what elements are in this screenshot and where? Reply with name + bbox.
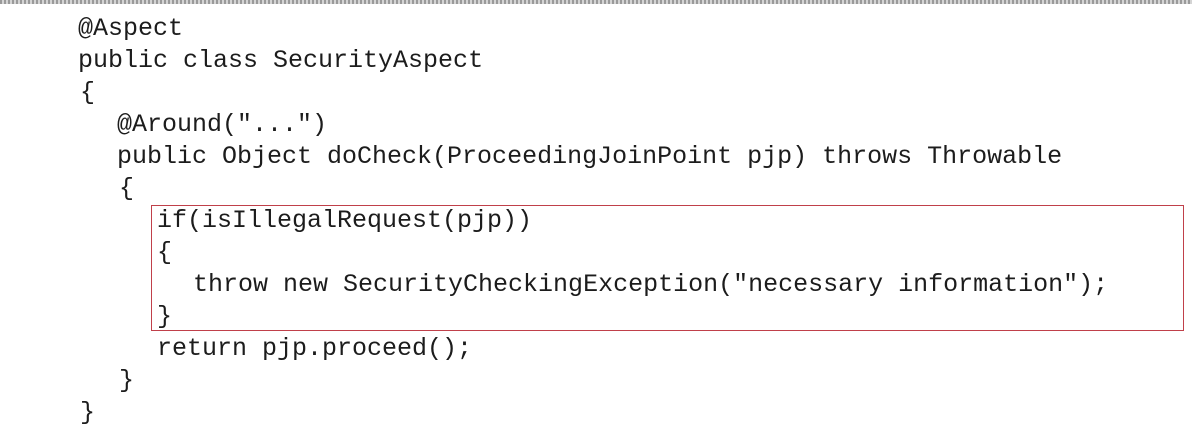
code-line-annotation-aspect: @Aspect (78, 14, 184, 43)
code-line-return-statement: return pjp.proceed(); (157, 334, 473, 363)
code-line-class-close-brace: } (80, 398, 96, 427)
code-line-method-open-brace: { (119, 174, 135, 203)
code-line-class-declaration: public class SecurityAspect (78, 46, 484, 75)
code-line-method-signature: public Object doCheck(ProceedingJoinPoin… (117, 142, 1063, 171)
highlight-box (151, 205, 1184, 331)
code-listing: @Aspect public class SecurityAspect { @A… (0, 0, 1192, 438)
code-line-class-open-brace: { (80, 78, 96, 107)
code-line-method-close-brace: } (119, 366, 135, 395)
code-line-annotation-around: @Around("...") (117, 110, 328, 139)
